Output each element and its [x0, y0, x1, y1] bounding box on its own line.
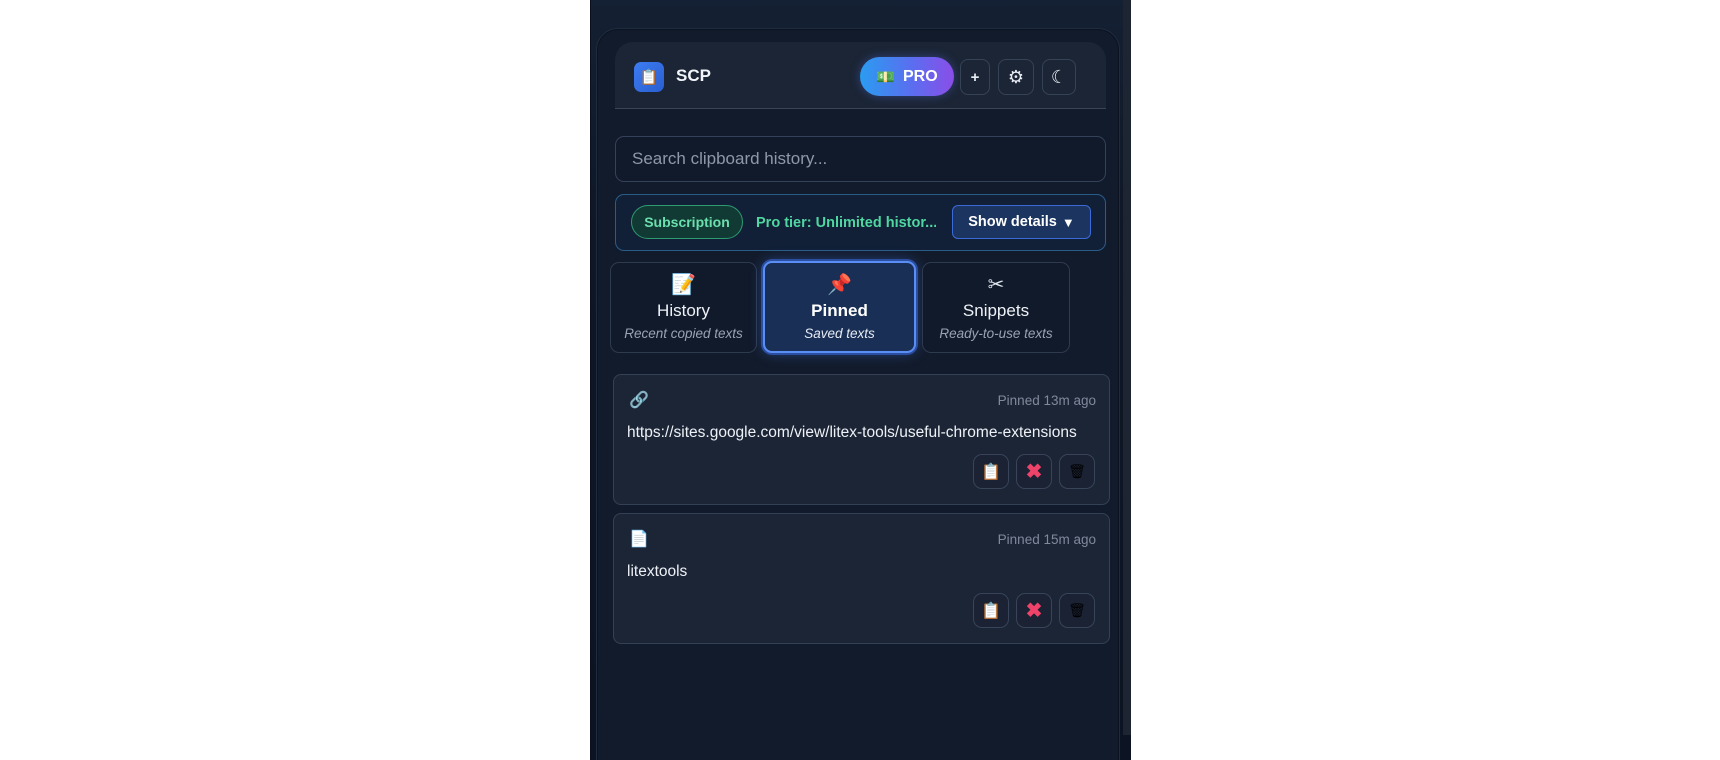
pro-button[interactable]: 💵 PRO	[860, 57, 954, 96]
item-timestamp: Pinned 13m ago	[997, 393, 1096, 408]
app-window: 📋 SCP 💵 PRO + ⚙ ☾ Subscription Pro tier:…	[590, 0, 1131, 760]
tab-label: Pinned	[811, 301, 868, 320]
clip-item[interactable]: 📄 Pinned 15m ago litextools 📋 ✖ 🗑	[613, 513, 1110, 644]
item-text: litextools	[627, 563, 688, 580]
tab-label: History	[657, 301, 710, 320]
memo-icon: 📝	[671, 274, 696, 296]
pro-label: PRO	[903, 67, 938, 85]
trash-icon: 🗑	[1068, 602, 1086, 618]
gear-icon: ⚙	[1007, 66, 1025, 87]
app-title: SCP	[676, 66, 711, 85]
scissors-icon: ✂	[987, 274, 1005, 296]
show-details-label: Show details	[968, 214, 1057, 230]
subscription-status: Pro tier: Unlimited histor...	[756, 215, 936, 231]
document-icon: 📄	[629, 531, 649, 548]
subscription-bar: Subscription Pro tier: Unlimited histor.…	[615, 194, 1106, 251]
theme-toggle-button[interactable]: ☾	[1042, 59, 1076, 95]
clip-item[interactable]: 🔗 Pinned 13m ago https://sites.google.co…	[613, 374, 1110, 505]
clipboard-icon: 📋	[634, 62, 664, 92]
tab-snippets[interactable]: ✂ Snippets Ready-to-use texts	[922, 262, 1070, 353]
clipboard-icon: 📋	[981, 463, 1001, 481]
delete-button[interactable]: 🗑	[1059, 593, 1095, 628]
unpin-button[interactable]: ✖	[1016, 593, 1052, 628]
copy-button[interactable]: 📋	[973, 454, 1009, 489]
delete-button[interactable]: 🗑	[1059, 454, 1095, 489]
add-button[interactable]: +	[960, 59, 990, 95]
tab-history[interactable]: 📝 History Recent copied texts	[610, 262, 757, 353]
tab-description: Ready-to-use texts	[939, 326, 1053, 341]
unpin-button[interactable]: ✖	[1016, 454, 1052, 489]
money-icon: 💵	[876, 68, 895, 86]
popup-panel: 📋 SCP 💵 PRO + ⚙ ☾ Subscription Pro tier:…	[596, 28, 1120, 760]
close-icon: ✖	[1025, 461, 1043, 483]
tab-description: Recent copied texts	[624, 326, 743, 341]
link-icon: 🔗	[629, 392, 649, 409]
tab-label: Snippets	[962, 301, 1030, 320]
item-timestamp: Pinned 15m ago	[997, 532, 1096, 547]
trash-icon: 🗑	[1068, 463, 1086, 479]
copy-button[interactable]: 📋	[973, 593, 1009, 628]
search-input[interactable]	[615, 136, 1106, 182]
show-details-button[interactable]: Show details ▼	[952, 205, 1091, 239]
pin-icon: 📌	[827, 274, 852, 296]
moon-icon: ☾	[1050, 66, 1068, 87]
item-text: https://sites.google.com/view/litex-tool…	[627, 424, 1077, 441]
plus-icon: +	[970, 68, 980, 86]
tab-pinned[interactable]: 📌 Pinned Saved texts	[763, 261, 916, 353]
tab-description: Saved texts	[804, 326, 875, 341]
scrollbar-track[interactable]	[1123, 0, 1131, 735]
subscription-badge: Subscription	[631, 205, 743, 239]
clipboard-icon: 📋	[981, 602, 1001, 620]
settings-button[interactable]: ⚙	[998, 59, 1034, 95]
header: 📋 SCP 💵 PRO + ⚙ ☾	[615, 42, 1106, 109]
close-icon: ✖	[1025, 600, 1043, 622]
chevron-down-icon: ▼	[1061, 214, 1075, 230]
